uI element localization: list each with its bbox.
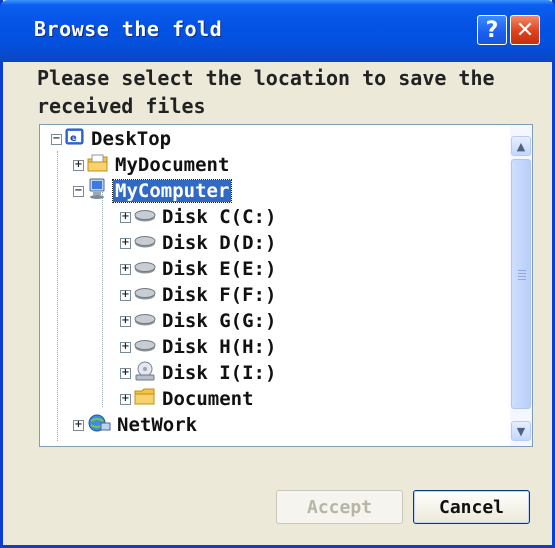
folder-tree[interactable]: − e DeskTop + MyDocument − MyComputer + — [39, 124, 533, 447]
tree-item-label: DeskTop — [91, 128, 172, 150]
tree-item-label: MyComputer — [111, 179, 233, 203]
hard-disk-icon — [134, 258, 156, 280]
expand-toggle[interactable]: + — [120, 341, 131, 353]
help-icon: ? — [485, 17, 499, 43]
hard-disk-icon — [134, 284, 156, 306]
browse-folder-dialog: Browse the fold ? ✕ Please select the lo… — [0, 0, 555, 548]
folder-icon — [134, 388, 156, 411]
expand-toggle[interactable]: + — [120, 315, 131, 327]
tree-item-label: Disk D(D:) — [162, 232, 277, 254]
tree-item-label: Disk F(F:) — [162, 284, 277, 306]
hard-disk-icon — [134, 206, 156, 228]
help-button[interactable]: ? — [477, 15, 507, 45]
tree-item-document[interactable]: + Document — [120, 388, 256, 410]
tree-connector — [57, 151, 58, 441]
desktop-icon: e — [65, 127, 85, 152]
tree-item-label: Disk G(G:) — [162, 310, 277, 332]
tree-item-disk-g[interactable]: + Disk G(G:) — [120, 310, 278, 332]
chevron-up-icon: ▲ — [516, 139, 526, 153]
scroll-thumb[interactable] — [511, 159, 531, 409]
svg-text:e: e — [70, 133, 77, 144]
expand-toggle[interactable]: + — [120, 237, 131, 249]
tree-item-label: MyDocument — [115, 154, 230, 176]
tree-item-mydocument[interactable]: + MyDocument — [73, 154, 231, 176]
hard-disk-icon — [134, 310, 156, 332]
chevron-down-icon: ▼ — [516, 424, 526, 438]
hard-disk-icon — [134, 336, 156, 358]
tree-item-mycomputer[interactable]: − MyComputer — [73, 178, 233, 205]
tree-item-disk-i[interactable]: + Disk I(I:) — [120, 360, 278, 387]
tree-item-label: NetWork — [117, 414, 198, 436]
expand-toggle[interactable]: + — [73, 159, 84, 171]
folder-documents-icon — [87, 153, 109, 178]
tree-item-label: Disk C(C:) — [162, 206, 277, 228]
tree-item-disk-d[interactable]: + Disk D(D:) — [120, 232, 278, 254]
scroll-down-button[interactable]: ▼ — [511, 421, 531, 441]
tree-item-disk-h[interactable]: + Disk H(H:) — [120, 336, 278, 358]
expand-toggle[interactable]: + — [73, 419, 84, 431]
expand-toggle[interactable]: + — [120, 289, 131, 301]
tree-item-label: Disk H(H:) — [162, 336, 277, 358]
tree-item-network[interactable]: + NetWork — [73, 414, 199, 436]
close-button[interactable]: ✕ — [510, 15, 540, 45]
cd-drive-icon — [134, 360, 156, 387]
computer-icon — [87, 178, 109, 205]
scroll-up-button[interactable]: ▲ — [511, 136, 531, 156]
vertical-scrollbar[interactable]: ▲ ▼ — [510, 125, 532, 446]
collapse-toggle[interactable]: − — [73, 185, 84, 197]
tree-item-label: Document — [162, 388, 254, 410]
network-icon — [87, 413, 111, 438]
thumb-grip — [518, 273, 526, 274]
expand-toggle[interactable]: + — [120, 263, 131, 275]
tree-item-label: Disk I(I:) — [162, 362, 277, 384]
hard-disk-icon — [134, 232, 156, 254]
close-icon: ✕ — [515, 17, 535, 43]
tree-item-desktop[interactable]: − e DeskTop — [51, 128, 173, 150]
tree-item-disk-e[interactable]: + Disk E(E:) — [120, 258, 278, 280]
thumb-grip — [518, 270, 526, 271]
cancel-button[interactable]: Cancel — [413, 490, 530, 524]
title-bar[interactable]: Browse the fold ? ✕ — [0, 0, 555, 62]
instruction-text: Please select the location to save the r… — [37, 66, 495, 118]
tree-item-disk-c[interactable]: + Disk C(C:) — [120, 206, 278, 228]
thumb-grip — [518, 279, 526, 280]
thumb-grip — [518, 276, 526, 277]
accept-button[interactable]: Accept — [276, 490, 403, 524]
tree-item-disk-f[interactable]: + Disk F(F:) — [120, 284, 278, 306]
window-title: Browse the fold — [34, 17, 223, 41]
expand-toggle[interactable]: + — [120, 367, 131, 379]
tree-connector — [102, 185, 103, 407]
collapse-toggle[interactable]: − — [51, 133, 62, 145]
expand-toggle[interactable]: + — [120, 393, 131, 405]
expand-toggle[interactable]: + — [120, 211, 131, 223]
tree-item-label: Disk E(E:) — [162, 258, 277, 280]
